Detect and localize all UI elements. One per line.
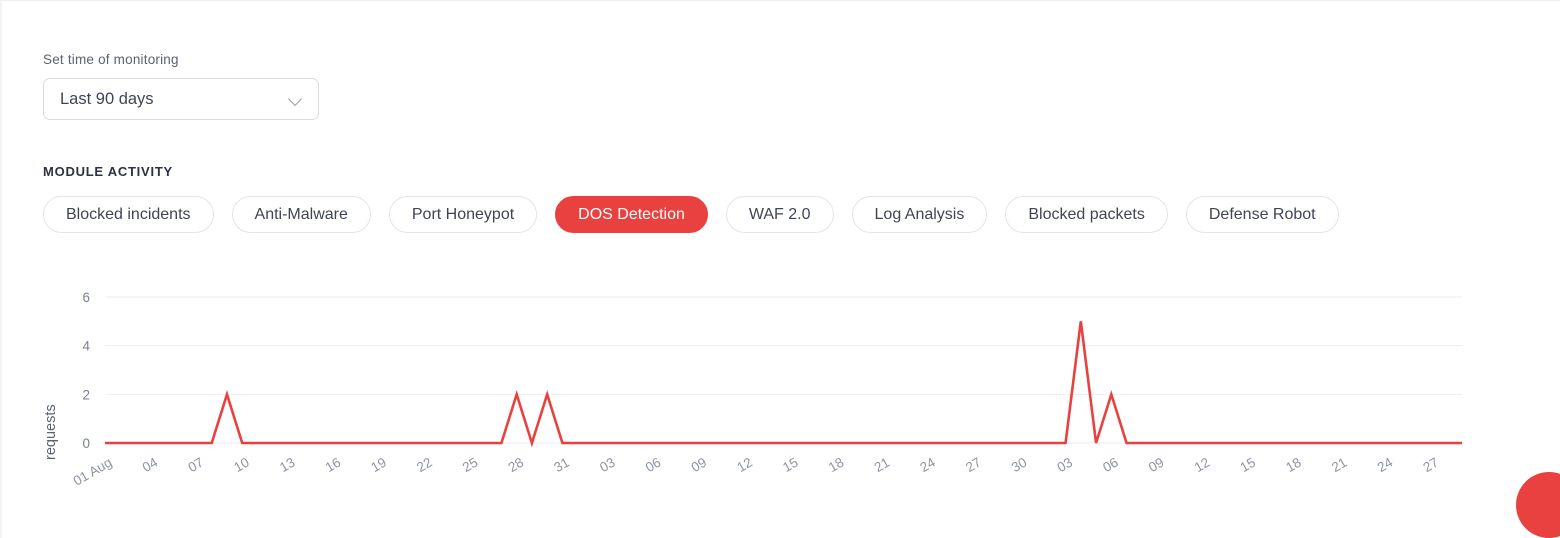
x-axis-tick: 15 — [1238, 455, 1259, 476]
time-range-value: Last 90 days — [60, 89, 154, 108]
x-axis-tick: 18 — [826, 455, 847, 476]
y-axis-tick: 2 — [82, 387, 90, 402]
module-activity-section: MODULE ACTIVITY Blocked incidents Anti-Ma… — [43, 164, 1339, 233]
dashboard-page: Set time of monitoring Last 90 days MODU… — [0, 0, 1560, 538]
x-axis-tick: 15 — [780, 455, 801, 476]
x-axis-tick: 24 — [917, 454, 938, 475]
x-axis-tick: 01 Aug — [71, 455, 115, 489]
x-axis-tick: 31 — [551, 455, 572, 476]
module-chip-blocked-incidents[interactable]: Blocked incidents — [43, 196, 214, 233]
x-axis-tick: 18 — [1283, 455, 1304, 476]
x-axis-tick: 09 — [1146, 455, 1167, 476]
x-axis-tick: 21 — [872, 455, 893, 476]
x-axis-tick: 10 — [231, 455, 252, 476]
x-axis-tick: 12 — [734, 455, 755, 476]
x-axis-tick: 30 — [1009, 455, 1030, 476]
y-axis-title: requests — [43, 404, 59, 460]
dos-detection-chart: 0246 01 Aug 04 07 10 13 16 19 22 25 28 31 03 06 09 12 1… — [0, 270, 1500, 510]
module-chip-anti-malware[interactable]: Anti-Malware — [231, 196, 371, 233]
top-divider — [0, 0, 1560, 1]
y-axis-tick: 0 — [82, 436, 90, 451]
module-chip-row: Blocked incidents Anti-Malware Port Honeyp… — [43, 196, 1339, 233]
x-axis-tick: 27 — [963, 455, 984, 476]
x-axis-tick: 06 — [1100, 455, 1121, 476]
module-chip-label: Anti-Malware — [254, 205, 348, 223]
chart-svg: 0246 01 Aug 04 07 10 13 16 19 22 25 28 31 03 06 09 12 1… — [43, 290, 1462, 489]
module-chip-dos-detection[interactable]: DOS Detection — [555, 196, 708, 233]
module-chip-label: Defense Robot — [1208, 205, 1316, 223]
x-axis-tick: 13 — [277, 455, 298, 476]
module-chip-label: WAF 2.0 — [748, 205, 811, 223]
x-axis-tick: 19 — [368, 455, 389, 476]
x-axis-tick: 09 — [689, 455, 710, 476]
module-chip-label: Blocked packets — [1028, 205, 1145, 223]
module-activity-title: MODULE ACTIVITY — [43, 164, 173, 179]
module-chip-port-honeypot[interactable]: Port Honeypot — [388, 196, 538, 233]
x-axis-tick: 28 — [506, 455, 527, 476]
x-axis-tick: 07 — [185, 455, 206, 476]
x-axis-tick: 22 — [414, 455, 435, 476]
x-axis-tick: 25 — [460, 455, 481, 476]
chart-y-axis: 0 2 4 6 — [82, 290, 90, 451]
module-chip-defense-robot[interactable]: Defense Robot — [1185, 196, 1339, 233]
x-axis-tick: 06 — [643, 455, 664, 476]
module-chip-log-analysis[interactable]: Log Analysis — [851, 196, 988, 233]
chart-series-line — [105, 321, 1462, 448]
x-axis-tick: 04 — [140, 454, 161, 475]
module-chip-waf-2-0[interactable]: WAF 2.0 — [725, 196, 834, 233]
chevron-down-icon — [289, 92, 304, 107]
module-chip-label: Log Analysis — [874, 205, 965, 223]
x-axis-tick: 03 — [597, 455, 618, 476]
x-axis-tick: 12 — [1192, 455, 1213, 476]
time-filter-section: Set time of monitoring Last 90 days — [43, 52, 319, 120]
chart-x-axis: 01 Aug 04 07 10 13 16 19 22 25 28 31 03 06 09 12 15 18 21… — [71, 454, 1441, 488]
y-axis-tick: 6 — [82, 290, 90, 305]
chat-bubble-icon[interactable] — [1516, 472, 1560, 538]
y-axis-tick: 4 — [82, 339, 90, 354]
time-range-select[interactable]: Last 90 days — [43, 78, 319, 120]
module-chip-label: Port Honeypot — [411, 205, 515, 223]
chart-gridlines — [105, 296, 1462, 444]
module-chip-label: DOS Detection — [578, 205, 685, 223]
module-chip-blocked-packets[interactable]: Blocked packets — [1005, 196, 1168, 233]
x-axis-tick: 27 — [1420, 455, 1441, 476]
x-axis-tick: 21 — [1329, 455, 1350, 476]
module-chip-label: Blocked incidents — [66, 205, 191, 223]
time-filter-label: Set time of monitoring — [43, 52, 179, 67]
x-axis-tick: 24 — [1375, 454, 1396, 475]
x-axis-tick: 03 — [1055, 455, 1076, 476]
x-axis-tick: 16 — [323, 455, 344, 476]
